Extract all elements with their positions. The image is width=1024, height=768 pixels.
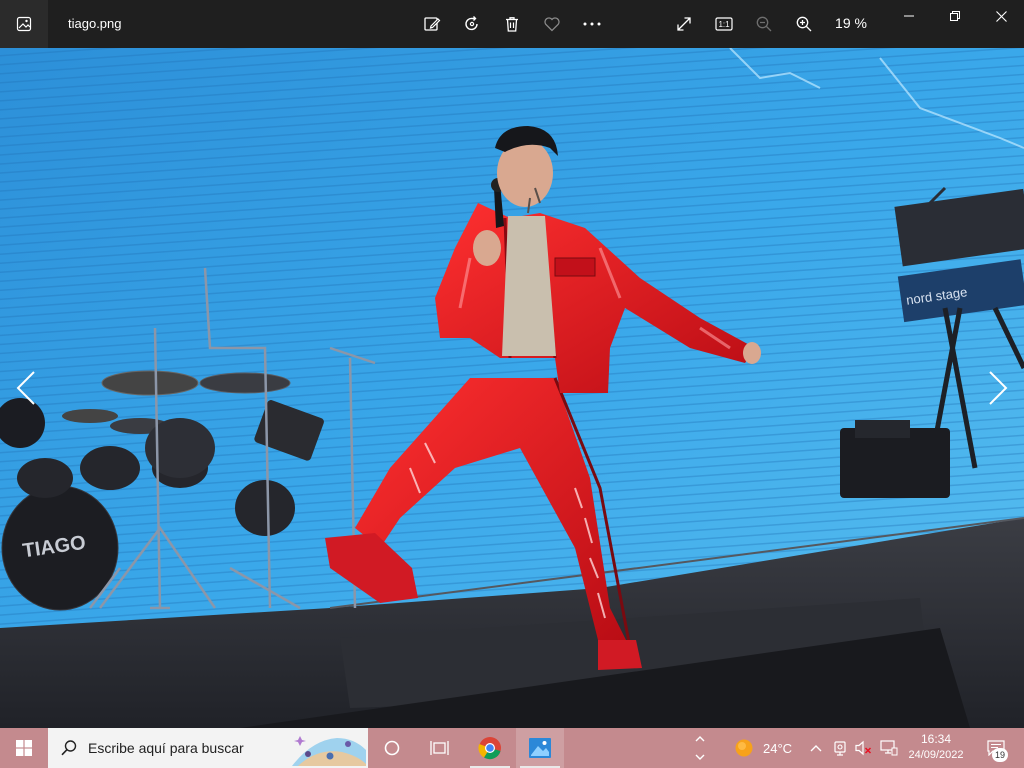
delete-button[interactable]	[496, 8, 528, 40]
favorite-icon	[544, 17, 560, 32]
chevron-up-down-icon	[695, 736, 705, 760]
search-highlight-illustration	[292, 736, 366, 766]
zoom-out-icon	[756, 16, 772, 32]
task-view-icon	[430, 741, 449, 755]
cortana-button[interactable]	[368, 728, 416, 768]
zoom-in-icon	[796, 16, 812, 32]
favorite-button[interactable]	[536, 8, 568, 40]
edit-image-button[interactable]	[416, 8, 448, 40]
chevron-left-icon	[16, 371, 35, 405]
start-button[interactable]	[0, 728, 48, 768]
taskbar-search-box[interactable]: Escribe aquí para buscar	[48, 728, 368, 768]
photos-taskbar-button[interactable]	[516, 728, 564, 768]
network-button[interactable]	[878, 728, 900, 768]
windows-logo-icon	[16, 740, 32, 756]
search-icon	[61, 740, 77, 756]
weather-temperature[interactable]: 24°C	[763, 741, 792, 756]
rotate-button[interactable]	[456, 8, 488, 40]
previous-image-button[interactable]	[6, 368, 46, 408]
maximize-button[interactable]	[932, 0, 978, 32]
volume-muted-icon	[855, 740, 872, 756]
file-name-title: tiago.png	[68, 16, 122, 31]
next-image-button[interactable]	[978, 368, 1018, 408]
photos-app-icon	[0, 0, 48, 48]
more-icon	[583, 22, 601, 26]
network-icon	[880, 740, 898, 756]
notification-count-badge: 19	[992, 748, 1008, 762]
chevron-up-icon	[810, 745, 822, 752]
edit-image-icon	[424, 17, 441, 31]
actual-size-button[interactable]: 1:1	[708, 8, 740, 40]
close-button[interactable]	[978, 0, 1024, 32]
actual-size-icon: 1:1	[715, 17, 733, 31]
cortana-circle-icon	[384, 740, 400, 756]
actual-size-label: 1:1	[718, 20, 730, 29]
sun-weather-icon	[735, 739, 753, 757]
video-camera-icon	[834, 741, 846, 756]
clock-date[interactable]: 24/09/2022	[906, 749, 966, 761]
taskbar-scroll-buttons[interactable]	[690, 728, 710, 768]
photos-icon	[529, 738, 551, 758]
meet-now-button[interactable]	[830, 728, 850, 768]
taskbar: Escribe aquí para buscar 24°C 16:34 24/0…	[0, 728, 1024, 768]
chrome-icon	[478, 737, 501, 760]
chrome-taskbar-button[interactable]	[466, 728, 514, 768]
zoom-level-text[interactable]: 19 %	[826, 15, 876, 31]
zoom-in-button[interactable]	[788, 8, 820, 40]
title-bar: tiago.png 1:1 19 %	[0, 0, 1024, 48]
more-options-button[interactable]	[576, 8, 608, 40]
task-view-button[interactable]	[416, 728, 464, 768]
fullscreen-button[interactable]	[668, 8, 700, 40]
right-shoe	[598, 640, 642, 670]
volume-button[interactable]	[853, 728, 875, 768]
zoom-out-button[interactable]	[748, 8, 780, 40]
minimize-button[interactable]	[886, 0, 932, 32]
show-hidden-icons-button[interactable]	[806, 728, 826, 768]
close-icon	[995, 10, 1007, 22]
image-viewport[interactable]: TIAGO nord stage	[0, 48, 1024, 728]
restore-icon	[950, 11, 960, 21]
delete-icon	[506, 17, 518, 32]
minimize-icon	[904, 15, 914, 17]
fullscreen-icon	[677, 17, 691, 31]
clock-time[interactable]: 16:34	[906, 732, 966, 746]
chevron-right-icon	[989, 371, 1008, 405]
weather-widget[interactable]	[730, 728, 758, 768]
search-placeholder: Escribe aquí para buscar	[88, 740, 244, 756]
rotate-icon	[465, 16, 478, 31]
concert-photo: TIAGO nord stage	[0, 48, 1024, 728]
